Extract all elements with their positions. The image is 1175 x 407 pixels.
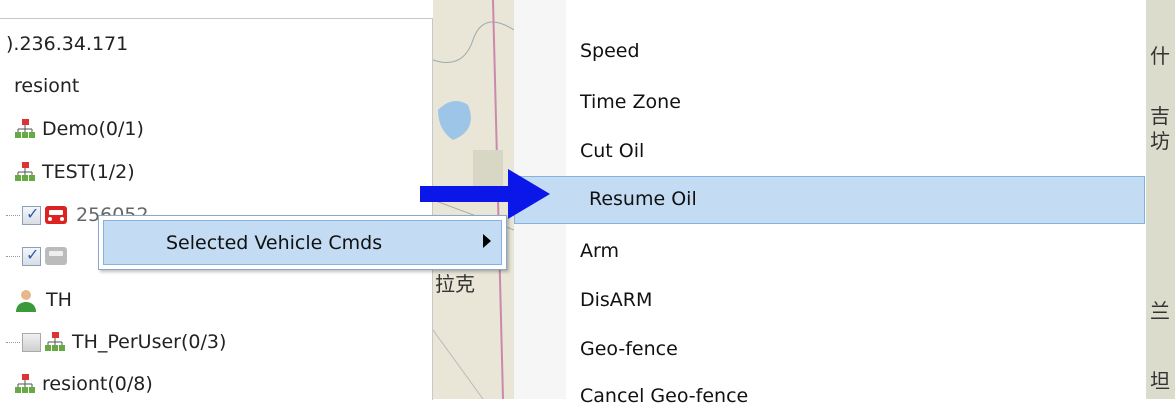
tree-node-test[interactable]: TEST(1/2) xyxy=(14,157,135,187)
map-place-label: 拉克 xyxy=(435,272,475,296)
context-menu-item-selected-vehicle-cmds[interactable]: Selected Vehicle Cmds xyxy=(103,220,502,265)
car-icon xyxy=(44,205,68,225)
org-group-icon xyxy=(14,161,36,183)
vehicle-checkbox[interactable]: ✓ xyxy=(22,244,41,266)
context-menu: Selected Vehicle Cmds xyxy=(98,215,507,270)
user-node-label: resiont xyxy=(14,75,80,97)
submenu-item-speed[interactable]: Speed xyxy=(580,40,640,62)
tree-node-label: resiont(0/8) xyxy=(42,373,153,395)
tree-connector xyxy=(6,255,20,257)
tree-node-label: TH_PerUser(0/3) xyxy=(72,331,227,353)
tree-node-th[interactable]: TH xyxy=(14,285,72,315)
check-icon: ✓ xyxy=(26,244,40,264)
tree-connector xyxy=(6,214,20,216)
org-group-icon xyxy=(14,118,36,140)
device-tree-panel: ).236.34.171 resiont Demo(0/1) TEST(1/2)… xyxy=(0,18,433,400)
submenu-item-geo-fence[interactable]: Geo-fence xyxy=(580,338,678,360)
user-icon xyxy=(14,288,38,312)
tree-connector xyxy=(6,341,20,343)
submenu-item-time-zone[interactable]: Time Zone xyxy=(580,91,681,113)
vehicle-checkbox[interactable]: ✓ xyxy=(22,203,41,225)
node-checkbox[interactable] xyxy=(22,332,41,352)
map-place-label: 坊 xyxy=(1150,129,1170,153)
check-icon: ✓ xyxy=(26,203,40,223)
submenu-item-arm[interactable]: Arm xyxy=(580,240,619,262)
tree-node-vehicle[interactable]: ✓ xyxy=(6,241,76,271)
submenu-item-cancel-geo-fence[interactable]: Cancel Geo-fence xyxy=(580,385,748,407)
tree-node-th-peruser[interactable]: TH_PerUser(0/3) xyxy=(6,327,226,357)
submenu-item-disarm[interactable]: DisARM xyxy=(580,289,652,311)
tree-node-label: Demo(0/1) xyxy=(42,118,144,140)
tree-node-label: TH xyxy=(46,289,72,311)
submenu-arrow-icon xyxy=(483,234,491,248)
org-group-icon xyxy=(44,331,66,353)
tree-node-demo[interactable]: Demo(0/1) xyxy=(14,114,144,144)
tree-node-label: TEST(1/2) xyxy=(42,161,135,183)
user-node[interactable]: resiont xyxy=(14,71,79,101)
map-place-label: 什 xyxy=(1150,44,1170,68)
car-icon xyxy=(44,246,68,266)
map-view-right[interactable]: 什 吉 坊 兰 坦 xyxy=(1146,0,1175,399)
server-ip[interactable]: ).236.34.171 xyxy=(6,29,128,59)
submenu-item-cut-oil[interactable]: Cut Oil xyxy=(580,140,644,162)
submenu-item-resume-oil[interactable]: Resume Oil xyxy=(589,188,697,210)
pointer-arrow-icon xyxy=(420,169,550,219)
map-place-label: 兰 xyxy=(1150,299,1170,323)
server-ip-label: ).236.34.171 xyxy=(6,33,129,55)
org-group-icon xyxy=(14,373,36,395)
tree-node-resiont[interactable]: resiont(0/8) xyxy=(14,369,153,399)
context-menu-item-label: Selected Vehicle Cmds xyxy=(166,231,383,254)
map-place-label: 坦 xyxy=(1150,369,1170,393)
